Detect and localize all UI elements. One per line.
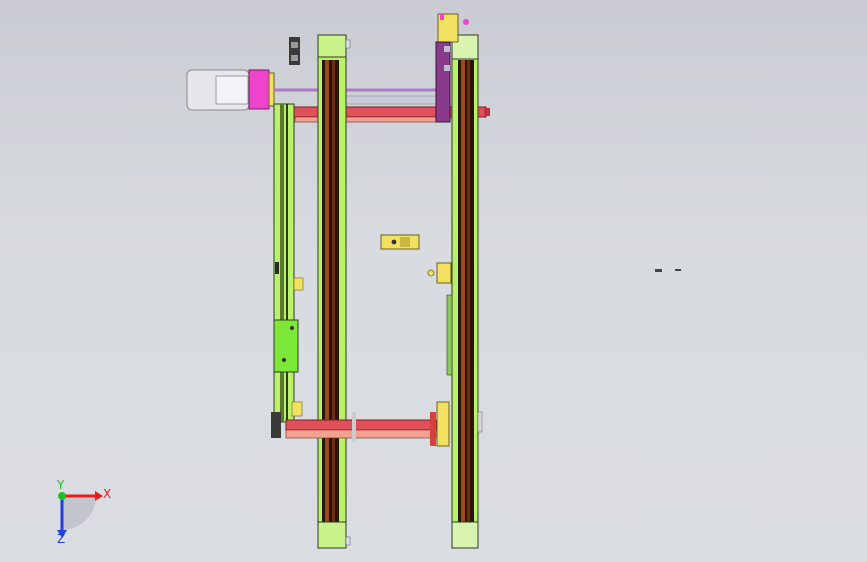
center-bracket[interactable]	[380, 234, 420, 250]
side-bracket[interactable]	[427, 262, 452, 284]
left-main-frame[interactable]	[317, 34, 351, 549]
left-slide-rail[interactable]	[273, 103, 304, 423]
bottom-cross-rods	[271, 401, 483, 447]
top-clamp-block[interactable]	[289, 37, 300, 65]
right-main-frame[interactable]	[446, 34, 479, 549]
z-axis-label: Z	[57, 532, 65, 546]
cad-viewport[interactable]: X Y Z	[0, 0, 867, 562]
assembly-drawing[interactable]: X Y Z	[0, 0, 867, 562]
distant-part-marker	[655, 269, 681, 272]
y-axis-label: Y	[56, 478, 65, 492]
y-axis-marker	[58, 492, 66, 500]
coordinate-triad: X Y Z	[56, 478, 111, 546]
x-axis-label: X	[103, 487, 111, 501]
